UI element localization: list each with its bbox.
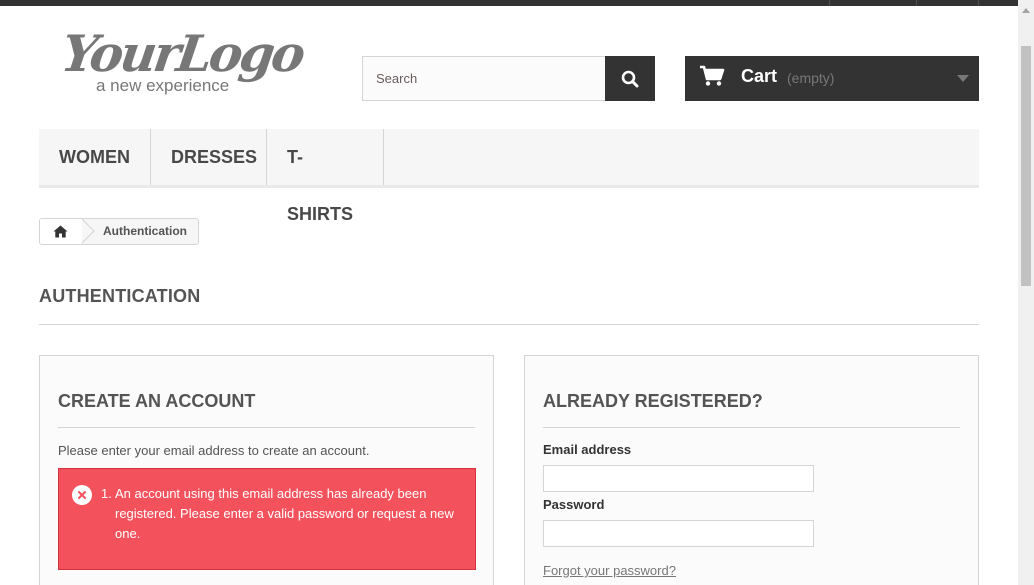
breadcrumb-home[interactable] — [40, 219, 80, 244]
login-title: ALREADY REGISTERED? — [543, 391, 763, 411]
login-panel: ALREADY REGISTERED? Email address Passwo… — [524, 355, 979, 585]
top-bar — [0, 0, 1018, 6]
breadcrumb-current: Authentication — [103, 224, 187, 238]
site-logo[interactable]: YourLogo a new experience — [58, 24, 308, 104]
search-form — [362, 56, 655, 101]
search-button[interactable] — [605, 56, 655, 101]
menu-item-women[interactable]: WOMEN — [39, 129, 151, 185]
search-icon — [621, 70, 639, 87]
password-field[interactable] — [543, 520, 814, 547]
error-alert: 1. An account using this email address h… — [58, 468, 476, 570]
create-account-panel: CREATE AN ACCOUNT Please enter your emai… — [39, 355, 494, 585]
cart-status: (empty) — [787, 70, 835, 86]
logo-wordmark: YourLogo — [57, 24, 307, 83]
cart-button[interactable]: Cart (empty) — [685, 56, 979, 101]
forgot-password-link[interactable]: Forgot your password? — [543, 563, 676, 578]
cart-icon — [700, 65, 725, 86]
main-menu: WOMEN DRESSES T-SHIRTS — [39, 129, 979, 224]
home-icon — [53, 225, 67, 238]
email-label: Email address — [543, 442, 632, 457]
error-text: An account using this email address has … — [115, 486, 454, 541]
search-input[interactable] — [362, 56, 606, 101]
top-bar-divider — [978, 0, 979, 6]
create-account-instructions: Please enter your email address to creat… — [58, 443, 370, 458]
chevron-down-icon — [957, 75, 969, 82]
error-number: 1. — [101, 486, 112, 501]
menu-item-t-shirts[interactable]: T-SHIRTS — [267, 129, 384, 224]
scroll-thumb[interactable] — [1021, 46, 1031, 286]
menu-item-dresses[interactable]: DRESSES — [151, 129, 267, 185]
top-bar-divider — [829, 0, 830, 6]
top-bar-divider — [916, 0, 917, 6]
password-label: Password — [543, 497, 605, 512]
error-message: 1. An account using this email address h… — [101, 484, 461, 544]
page-title-divider — [39, 324, 979, 325]
create-account-title: CREATE AN ACCOUNT — [58, 391, 256, 411]
breadcrumb: Authentication — [39, 218, 199, 245]
page-title: AUTHENTICATION — [39, 286, 201, 306]
page-scrollbar[interactable] — [1018, 0, 1034, 585]
logo-tagline: a new experience — [96, 76, 230, 95]
panel-divider — [58, 427, 475, 428]
cart-label: Cart — [741, 66, 778, 86]
error-close-icon — [72, 485, 92, 505]
email-field[interactable] — [543, 465, 814, 492]
scroll-up-icon[interactable] — [1022, 8, 1030, 13]
panel-divider — [543, 427, 960, 428]
